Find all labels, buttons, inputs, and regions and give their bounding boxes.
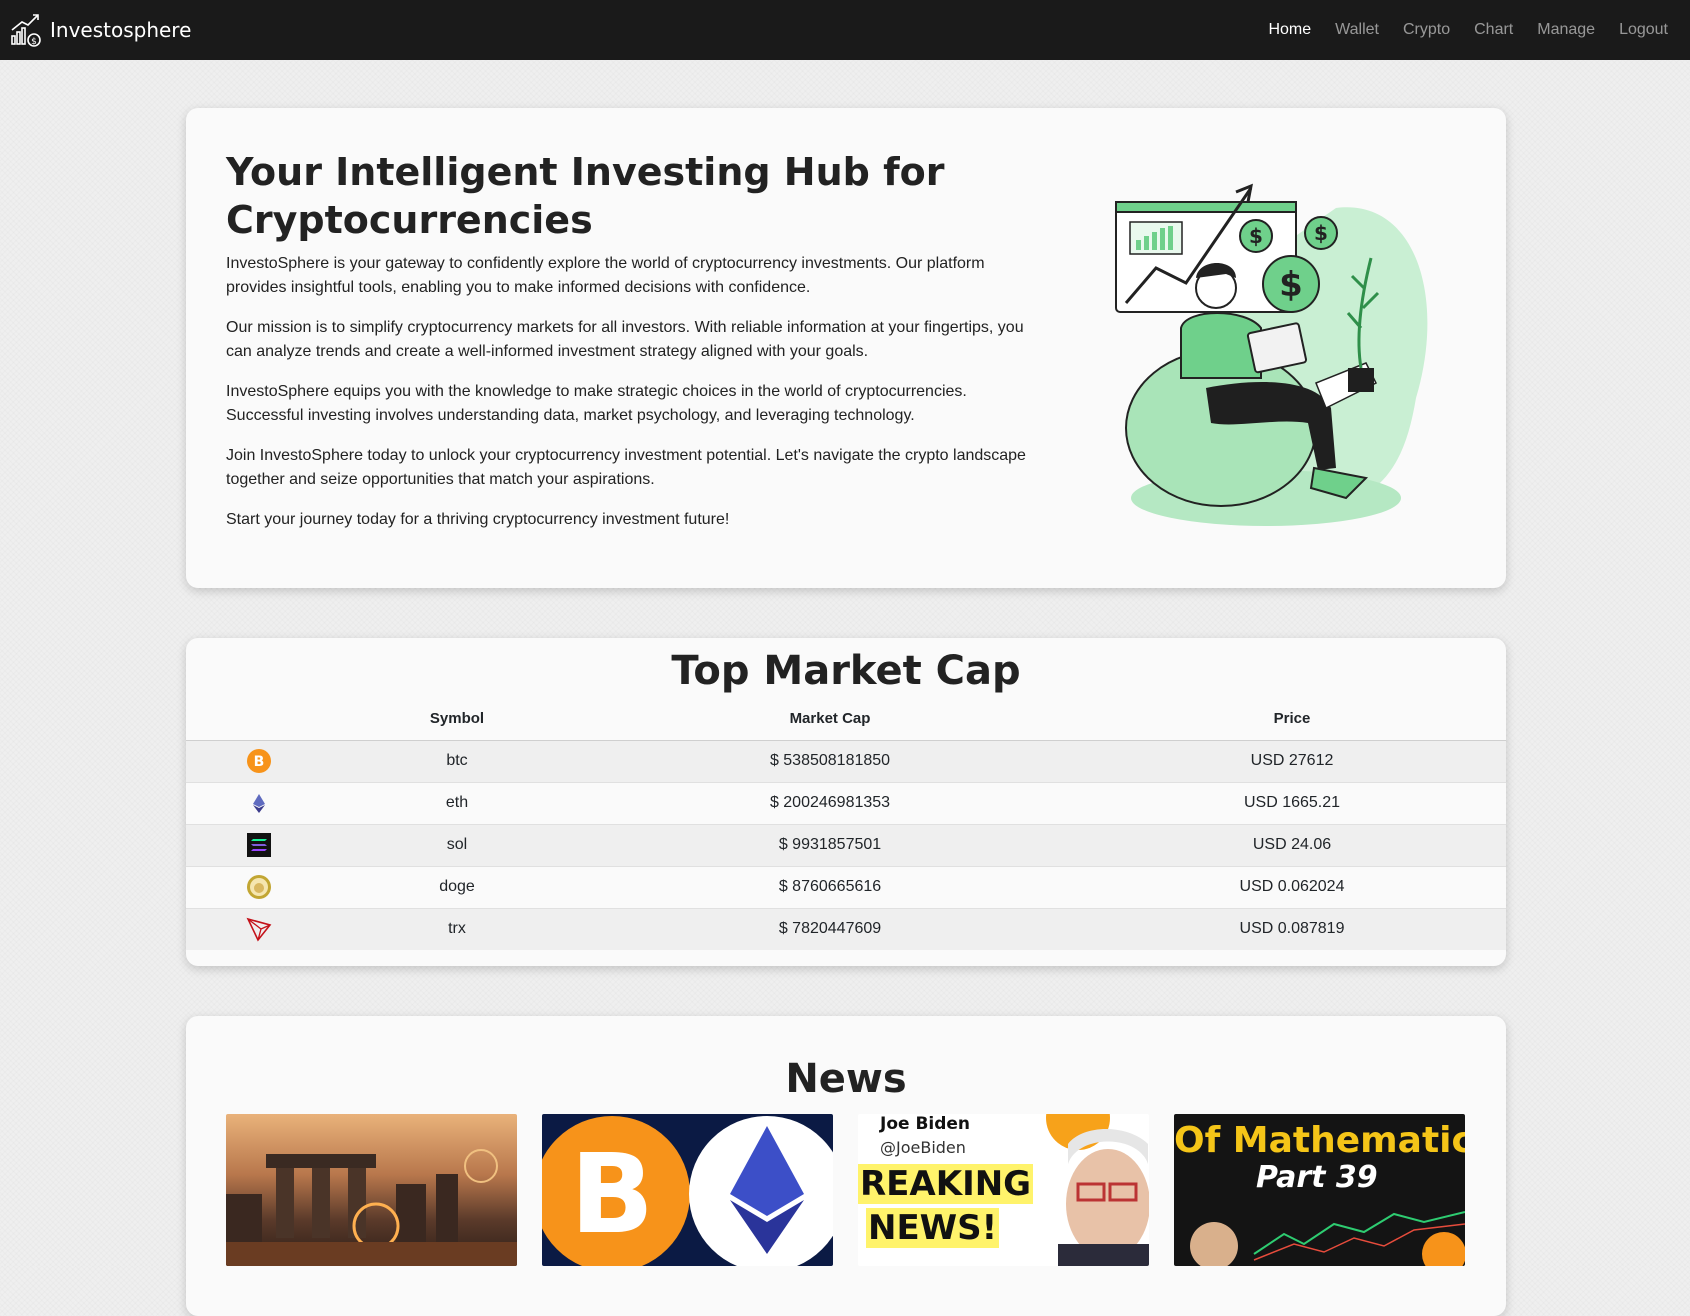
header-price: Price xyxy=(1078,698,1506,741)
brand[interactable]: $ Investosphere xyxy=(10,12,191,48)
news-thumbnail[interactable] xyxy=(226,1114,517,1266)
table-row[interactable]: trx $ 7820447609 USD 0.087819 xyxy=(186,907,1506,950)
price-cell: USD 0.062024 xyxy=(1078,865,1506,908)
hero-paragraph: InvestoSphere is your gateway to confide… xyxy=(226,255,985,296)
hero-paragraph: Start your journey today for a thriving … xyxy=(226,511,730,528)
header-symbol: Symbol xyxy=(332,698,582,741)
hero-title: Your Intelligent Investing Hub for Crypt… xyxy=(226,150,945,242)
news-thumbnail[interactable]: B xyxy=(542,1114,833,1266)
table-row[interactable]: doge $ 8760665616 USD 0.062024 xyxy=(186,865,1506,908)
nav-manage[interactable]: Manage xyxy=(1527,13,1605,47)
table-row[interactable]: sol $ 9931857501 USD 24.06 xyxy=(186,823,1506,866)
market-cap-cell: $ 7820447609 xyxy=(582,907,1078,950)
coin-cell xyxy=(186,781,332,824)
investor-illustration: $ $ $ xyxy=(1115,183,1428,526)
news-card: News B Joe Biden @JoeBiden REAKING NEWS!… xyxy=(186,1016,1506,1316)
price-cell: USD 24.06 xyxy=(1078,823,1506,866)
news-thumbnail[interactable]: Joe Biden @JoeBiden REAKING NEWS! xyxy=(858,1114,1149,1266)
nav-home[interactable]: Home xyxy=(1258,13,1321,47)
symbol-cell: trx xyxy=(332,907,582,950)
hero-paragraph: Join InvestoSphere today to unlock your … xyxy=(226,447,1026,488)
news-thumb-headline: Of Mathematics xyxy=(1174,1120,1465,1161)
price-cell: USD 0.087819 xyxy=(1078,907,1506,950)
portrait-image xyxy=(1046,1114,1149,1266)
svg-text:$: $ xyxy=(1279,265,1303,305)
brand-name: Investosphere xyxy=(50,18,192,42)
svg-text:$: $ xyxy=(1249,224,1263,248)
news-thumb-subtitle: Part 39 xyxy=(1256,1160,1378,1195)
ethereum-icon xyxy=(253,794,265,813)
svg-text:$: $ xyxy=(1314,221,1328,245)
header-market-cap: Market Cap xyxy=(582,698,1078,741)
chart-money-icon: $ xyxy=(11,14,41,47)
coin-cell xyxy=(186,907,332,950)
table-row[interactable]: B btc $ 538508181850 USD 27612 xyxy=(186,739,1506,782)
market-cap-cell: $ 9931857501 xyxy=(582,823,1078,866)
news-thumbnail[interactable]: Of Mathematics Part 39 xyxy=(1174,1114,1465,1266)
header-icon xyxy=(186,698,332,741)
symbol-cell: btc xyxy=(332,739,582,782)
market-cap-cell: $ 8760665616 xyxy=(582,865,1078,908)
table-row[interactable]: eth $ 200246981353 USD 1665.21 xyxy=(186,781,1506,824)
symbol-cell: eth xyxy=(332,781,582,824)
hero-paragraph: Our mission is to simplify cryptocurrenc… xyxy=(226,319,1024,360)
hero-text: InvestoSphere is your gateway to confide… xyxy=(226,252,1046,548)
symbol-cell: doge xyxy=(332,865,582,908)
coin-cell xyxy=(186,865,332,908)
svg-text:$: $ xyxy=(31,37,37,47)
hero-card: Your Intelligent Investing Hub for Crypt… xyxy=(186,108,1506,588)
hero-paragraph: InvestoSphere equips you with the knowle… xyxy=(226,383,967,424)
price-cell: USD 27612 xyxy=(1078,739,1506,782)
dogecoin-icon xyxy=(247,875,271,899)
nav-chart[interactable]: Chart xyxy=(1464,13,1523,47)
news-thumb-headline: REAKING xyxy=(858,1164,1034,1204)
market-cap-title: Top Market Cap xyxy=(671,648,1021,694)
market-cap-cell: $ 200246981353 xyxy=(582,781,1078,824)
market-cap-table: Symbol Market Cap Price B btc $ 53850818… xyxy=(186,698,1506,950)
city-skyline-image xyxy=(226,1149,517,1266)
solana-icon xyxy=(247,833,271,857)
news-thumb-handle: @JoeBiden xyxy=(880,1138,966,1157)
bitcoin-icon: B xyxy=(247,749,271,773)
bitcoin-ethereum-image: B xyxy=(542,1116,833,1266)
price-chart-image xyxy=(1190,1211,1465,1266)
svg-text:B: B xyxy=(254,754,265,770)
market-cap-card: Top Market Cap Symbol Market Cap Price B… xyxy=(186,638,1506,966)
price-cell: USD 1665.21 xyxy=(1078,781,1506,824)
coin-cell xyxy=(186,823,332,866)
main-nav: Home Wallet Crypto Chart Manage Logout xyxy=(1258,13,1678,47)
news-thumb-author: Joe Biden xyxy=(880,1114,971,1134)
market-cap-cell: $ 538508181850 xyxy=(582,739,1078,782)
symbol-cell: sol xyxy=(332,823,582,866)
tron-icon xyxy=(246,918,272,942)
news-title: News xyxy=(785,1056,907,1102)
news-list: B Joe Biden @JoeBiden REAKING NEWS! Of M… xyxy=(226,1114,1465,1266)
coin-cell: B xyxy=(186,739,332,782)
news-thumb-headline: NEWS! xyxy=(866,1208,1000,1248)
svg-text:B: B xyxy=(570,1130,654,1258)
nav-logout[interactable]: Logout xyxy=(1609,13,1678,47)
nav-crypto[interactable]: Crypto xyxy=(1393,13,1460,47)
nav-wallet[interactable]: Wallet xyxy=(1325,13,1389,47)
table-header-row: Symbol Market Cap Price xyxy=(186,698,1506,741)
navbar: $ Investosphere Home Wallet Crypto Chart… xyxy=(0,0,1690,60)
